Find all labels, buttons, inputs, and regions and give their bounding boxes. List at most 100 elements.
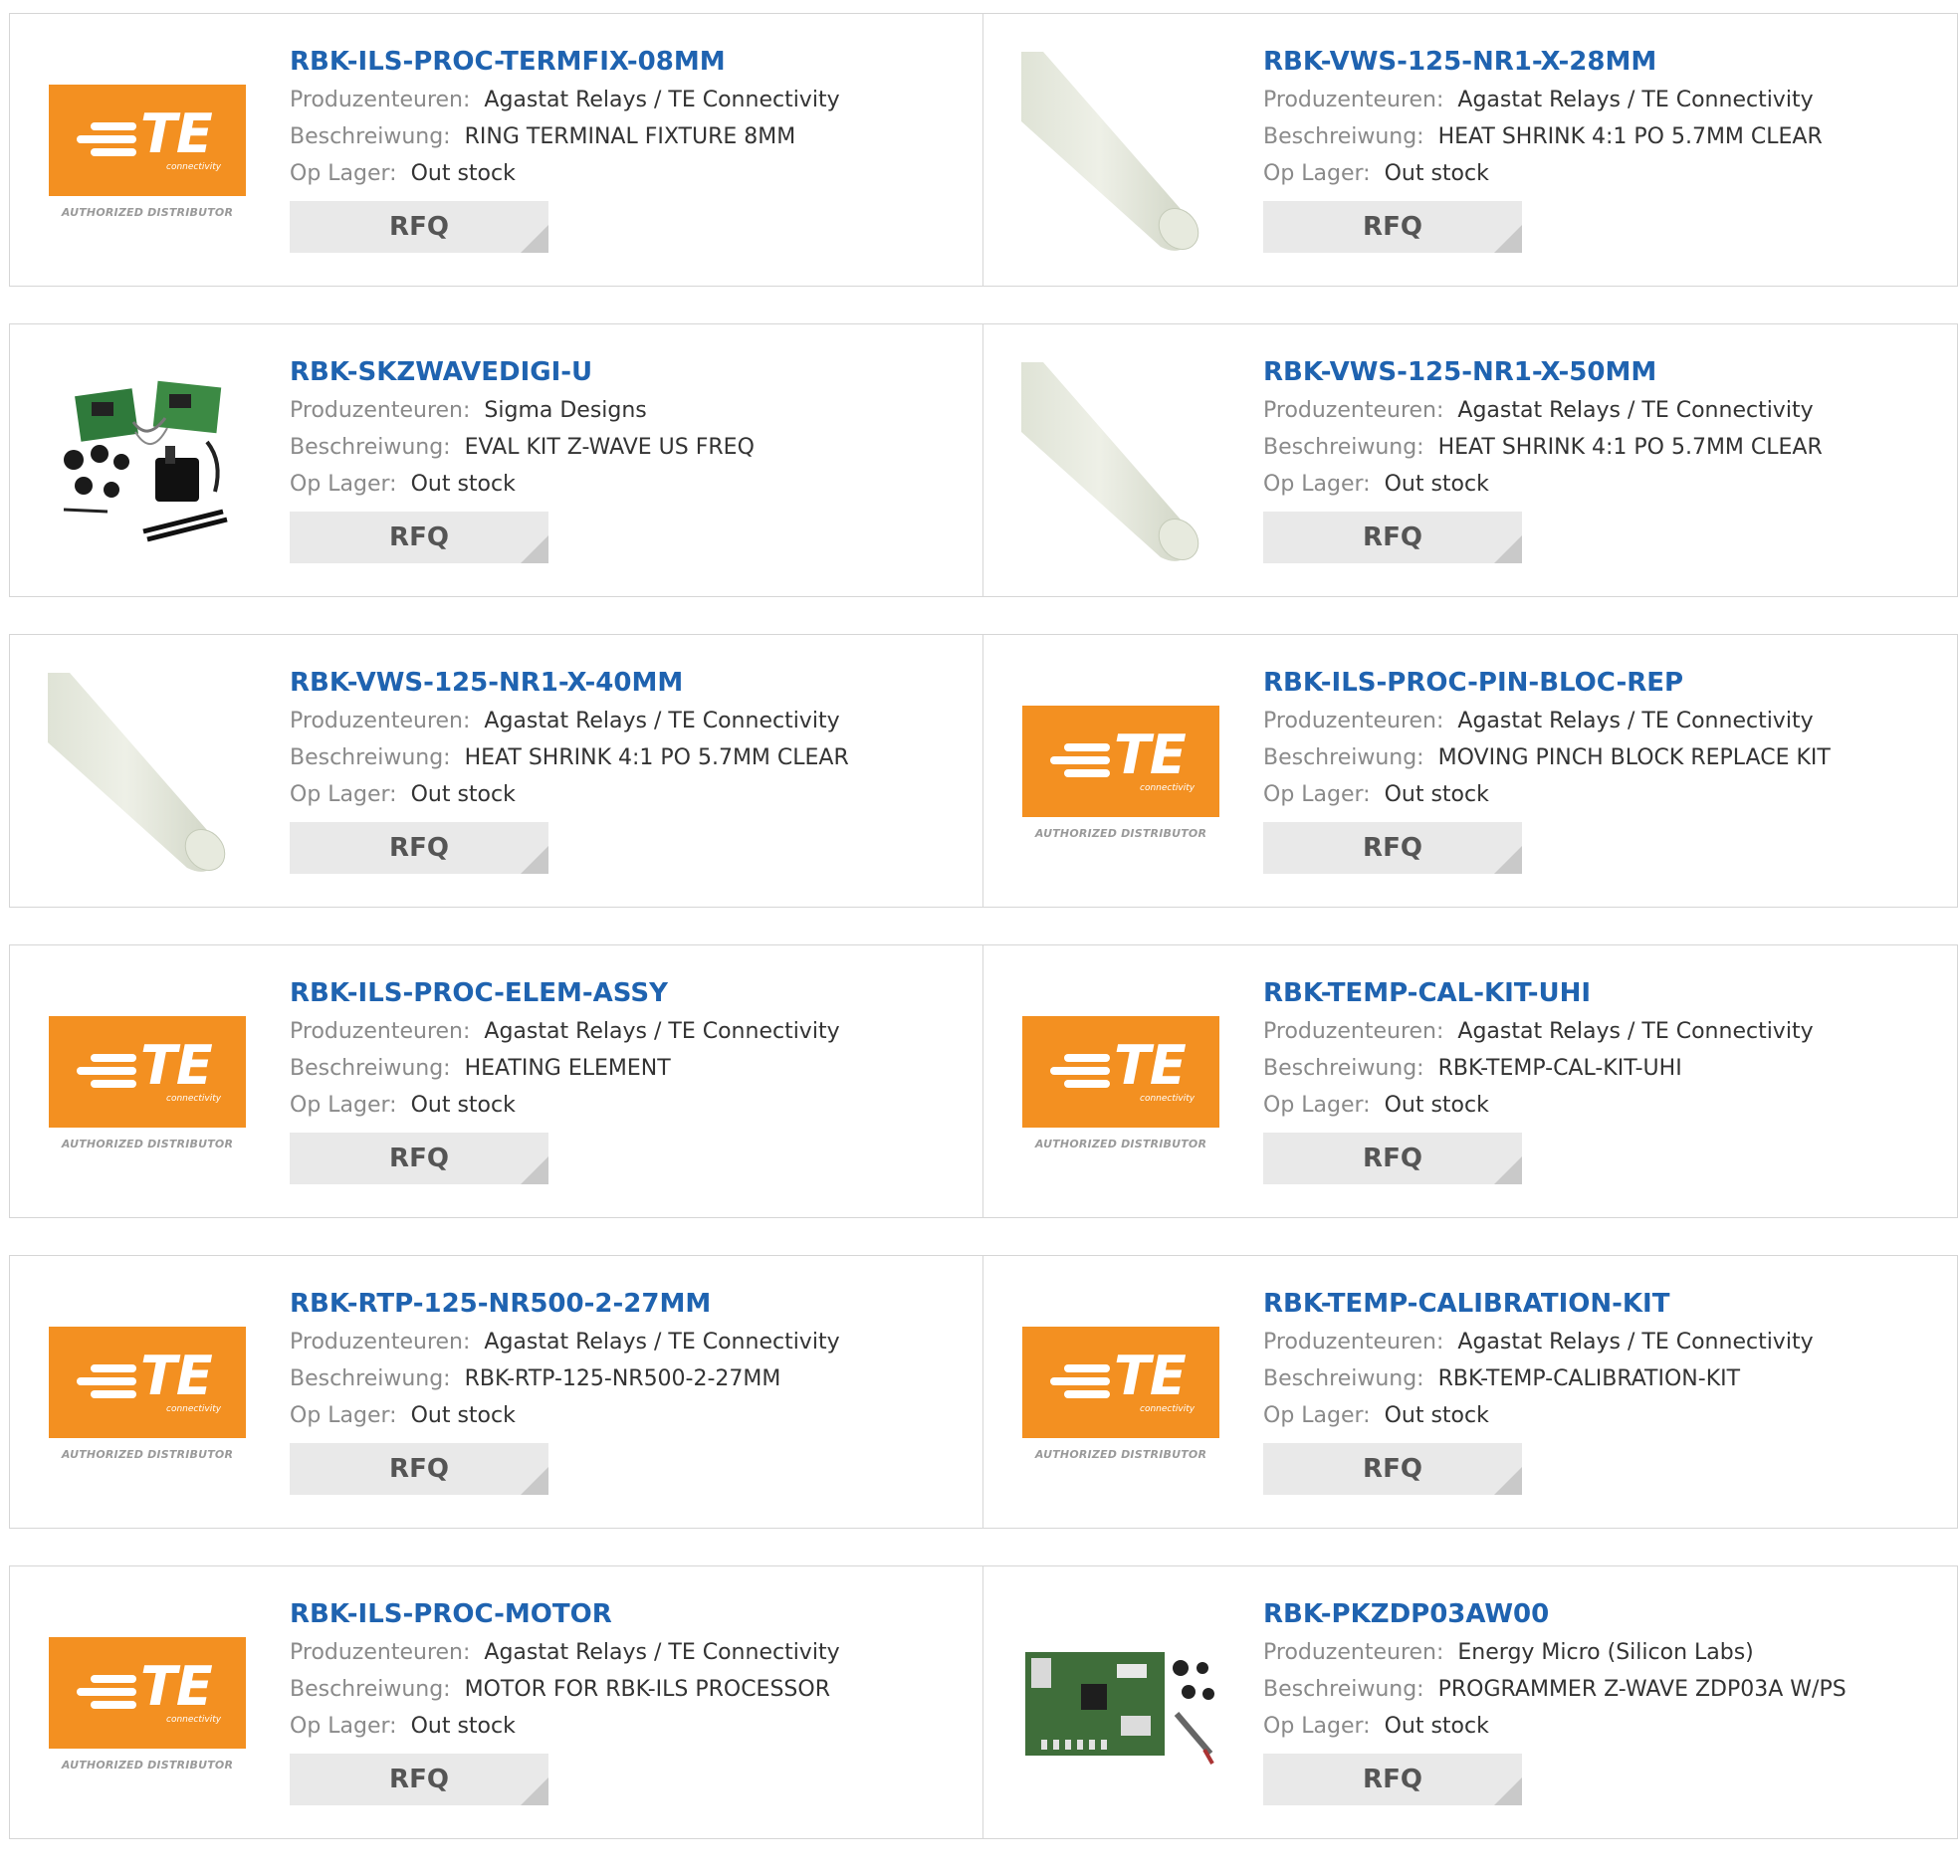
rfq-button[interactable]: RFQ <box>290 1754 548 1805</box>
product-info: RBK-ILS-PROC-PIN-BLOC-REP Produzenteuren:… <box>1263 665 1937 874</box>
manufacturer-value: Agastat Relays / TE Connectivity <box>1457 1330 1814 1355</box>
part-number-link[interactable]: RBK-PKZDP03AW00 <box>1263 1596 1937 1632</box>
authorized-distributor-text: AUTHORIZED DISTRIBUTOR <box>61 205 234 219</box>
part-number-link[interactable]: RBK-ILS-PROC-MOTOR <box>290 1596 963 1632</box>
product-image[interactable] <box>48 362 247 561</box>
authorized-distributor-text: AUTHORIZED DISTRIBUTOR <box>1034 1137 1207 1150</box>
stock-value: Out stock <box>1384 1714 1489 1739</box>
part-number-link[interactable]: RBK-RTP-125-NR500-2-27MM <box>290 1286 963 1322</box>
manufacturer-label: Produzenteuren: <box>1263 398 1444 423</box>
product-image[interactable]: TE connectivity AUTHORIZED DISTRIBUTOR <box>1021 673 1220 872</box>
corner-triangle-icon <box>1494 846 1522 874</box>
te-connectivity-logo: TE connectivity AUTHORIZED DISTRIBUTOR <box>1021 1326 1220 1461</box>
heat-shrink-tube-image <box>1021 52 1199 251</box>
stock-label: Op Lager: <box>290 161 397 186</box>
authorized-distributor-text: AUTHORIZED DISTRIBUTOR <box>1034 826 1207 840</box>
heat-shrink-tube-image <box>1021 362 1199 561</box>
product-image[interactable] <box>1021 1604 1220 1803</box>
rfq-label: RFQ <box>389 522 449 552</box>
part-number-link[interactable]: RBK-VWS-125-NR1-X-50MM <box>1263 354 1937 390</box>
description-label: Beschreiwung: <box>290 435 451 460</box>
description-value: MOTOR FOR RBK-ILS PROCESSOR <box>464 1677 830 1702</box>
part-number-link[interactable]: RBK-ILS-PROC-TERMFIX-08MM <box>290 44 963 80</box>
part-number-link[interactable]: RBK-TEMP-CALIBRATION-KIT <box>1263 1286 1937 1322</box>
corner-triangle-icon <box>1494 225 1522 253</box>
part-number-link[interactable]: RBK-ILS-PROC-ELEM-ASSY <box>290 975 963 1011</box>
stock-label: Op Lager: <box>290 472 397 497</box>
manufacturer-row: Produzenteuren: Agastat Relays / TE Conne… <box>290 82 963 118</box>
rfq-button[interactable]: RFQ <box>290 1133 548 1184</box>
authorized-distributor-text: AUTHORIZED DISTRIBUTOR <box>61 1758 234 1772</box>
te-logo-box: TE connectivity <box>49 1636 246 1749</box>
description-label: Beschreiwung: <box>1263 435 1424 460</box>
product-image[interactable]: TE connectivity AUTHORIZED DISTRIBUTOR <box>48 983 247 1182</box>
rfq-label: RFQ <box>389 212 449 242</box>
corner-triangle-icon <box>1494 1777 1522 1805</box>
product-image[interactable] <box>48 673 247 872</box>
rfq-button[interactable]: RFQ <box>1263 1133 1522 1184</box>
manufacturer-value: Sigma Designs <box>484 398 647 423</box>
description-row: Beschreiwung: RING TERMINAL FIXTURE 8MM <box>290 118 963 155</box>
te-logo-bars <box>77 1674 138 1711</box>
part-number-link[interactable]: RBK-VWS-125-NR1-X-40MM <box>290 665 963 701</box>
manufacturer-value: Agastat Relays / TE Connectivity <box>484 1019 840 1044</box>
corner-triangle-icon <box>1494 535 1522 563</box>
corner-triangle-icon <box>521 1156 548 1184</box>
part-number-link[interactable]: RBK-SKZWAVEDIGI-U <box>290 354 963 390</box>
te-connectivity-logo: TE connectivity AUTHORIZED DISTRIBUTOR <box>1021 1015 1220 1150</box>
rfq-label: RFQ <box>1363 1454 1422 1484</box>
manufacturer-label: Produzenteuren: <box>1263 709 1444 733</box>
manufacturer-value: Agastat Relays / TE Connectivity <box>484 88 840 112</box>
te-logo-subtext: connectivity <box>1140 782 1196 793</box>
rfq-button[interactable]: RFQ <box>1263 512 1522 563</box>
rfq-button[interactable]: RFQ <box>290 822 548 874</box>
product-card: RBK-VWS-125-NR1-X-28MM Produzenteuren: Aga… <box>982 13 1958 287</box>
product-card: TE connectivity AUTHORIZED DISTRIBUTOR R… <box>982 944 1958 1218</box>
product-image[interactable]: TE connectivity AUTHORIZED DISTRIBUTOR <box>1021 983 1220 1182</box>
description-label: Beschreiwung: <box>290 745 451 770</box>
part-number-link[interactable]: RBK-ILS-PROC-PIN-BLOC-REP <box>1263 665 1937 701</box>
corner-triangle-icon <box>521 1467 548 1495</box>
product-image[interactable]: TE connectivity AUTHORIZED DISTRIBUTOR <box>48 1294 247 1493</box>
product-card: RBK-VWS-125-NR1-X-50MM Produzenteuren: Aga… <box>982 323 1958 597</box>
rfq-button[interactable]: RFQ <box>290 1443 548 1495</box>
product-image[interactable]: TE connectivity AUTHORIZED DISTRIBUTOR <box>48 1604 247 1803</box>
te-logo-text: TE <box>1114 1344 1187 1407</box>
rfq-label: RFQ <box>389 1765 449 1794</box>
product-image[interactable]: TE connectivity AUTHORIZED DISTRIBUTOR <box>48 52 247 251</box>
rfq-button[interactable]: RFQ <box>1263 1443 1522 1495</box>
description-row: Beschreiwung: HEATING ELEMENT <box>290 1050 963 1087</box>
manufacturer-row: Produzenteuren: Agastat Relays / TE Conne… <box>1263 703 1937 739</box>
rfq-button[interactable]: RFQ <box>1263 1754 1522 1805</box>
rfq-button[interactable]: RFQ <box>1263 201 1522 253</box>
rfq-label: RFQ <box>389 1144 449 1173</box>
rfq-button[interactable]: RFQ <box>290 512 548 563</box>
te-logo-box: TE connectivity <box>49 84 246 196</box>
rfq-button[interactable]: RFQ <box>1263 822 1522 874</box>
product-info: RBK-RTP-125-NR500-2-27MM Produzenteuren: A… <box>290 1286 963 1495</box>
rfq-button[interactable]: RFQ <box>290 201 548 253</box>
stock-value: Out stock <box>410 161 516 186</box>
rfq-label: RFQ <box>1363 522 1422 552</box>
manufacturer-label: Produzenteuren: <box>290 709 471 733</box>
product-card: TE connectivity AUTHORIZED DISTRIBUTOR R… <box>982 1255 1958 1529</box>
manufacturer-value: Energy Micro (Silicon Labs) <box>1457 1640 1754 1665</box>
part-number-link[interactable]: RBK-TEMP-CAL-KIT-UHI <box>1263 975 1937 1011</box>
product-image[interactable] <box>1021 52 1220 251</box>
te-logo-box: TE connectivity <box>49 1326 246 1438</box>
description-label: Beschreiwung: <box>1263 1677 1424 1702</box>
product-card: RBK-SKZWAVEDIGI-U Produzenteuren: Sigma De… <box>9 323 983 597</box>
description-value: EVAL KIT Z-WAVE US FREQ <box>464 435 755 460</box>
te-logo-text: TE <box>140 1344 213 1407</box>
manufacturer-label: Produzenteuren: <box>1263 88 1444 112</box>
product-info: RBK-TEMP-CALIBRATION-KIT Produzenteuren: A… <box>1263 1286 1937 1495</box>
description-row: Beschreiwung: PROGRAMMER Z-WAVE ZDP03A W/… <box>1263 1671 1937 1708</box>
product-image[interactable] <box>1021 362 1220 561</box>
description-value: PROGRAMMER Z-WAVE ZDP03A W/PS <box>1437 1677 1847 1702</box>
stock-value: Out stock <box>410 782 516 807</box>
product-image[interactable]: TE connectivity AUTHORIZED DISTRIBUTOR <box>1021 1294 1220 1493</box>
part-number-link[interactable]: RBK-VWS-125-NR1-X-28MM <box>1263 44 1937 80</box>
te-logo-bars <box>1050 1363 1112 1400</box>
product-card: TE connectivity AUTHORIZED DISTRIBUTOR R… <box>9 1255 983 1529</box>
product-info: RBK-VWS-125-NR1-X-28MM Produzenteuren: Aga… <box>1263 44 1937 253</box>
